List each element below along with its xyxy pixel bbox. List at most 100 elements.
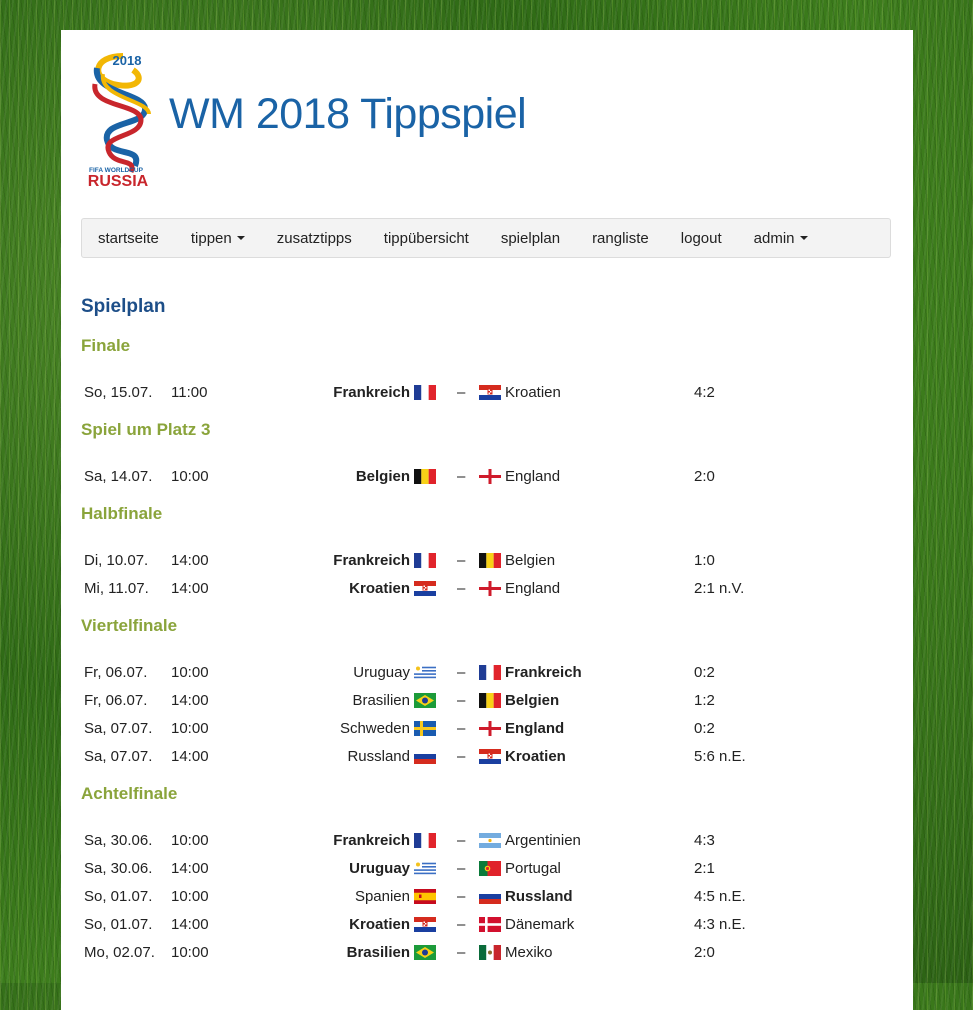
away-team: England	[479, 468, 560, 485]
hr-flag-icon	[479, 749, 501, 764]
home-team: Spanien	[355, 888, 436, 905]
mx-flag-icon	[479, 945, 501, 960]
away-team: Dänemark	[479, 916, 574, 933]
away-team-name: Argentinien	[505, 832, 581, 849]
en-flag-icon	[479, 469, 501, 484]
away-team-name: Portugal	[505, 860, 561, 877]
caret-down-icon	[799, 236, 808, 240]
round-title: Halbfinale	[81, 504, 163, 523]
home-team-name: Belgien	[355, 468, 410, 485]
game-date: Di, 10.07.	[84, 552, 149, 569]
versus-dash: –	[457, 860, 466, 877]
game-time: 14:00	[171, 580, 209, 597]
nav-item-startseite[interactable]: startseite	[82, 219, 175, 257]
game-score: 2:0	[694, 468, 715, 485]
home-team: Uruguay	[349, 860, 436, 877]
game-score: 1:0	[694, 552, 715, 569]
pt-flag-icon	[479, 861, 501, 876]
game-time: 10:00	[171, 832, 209, 849]
round-title: Achtelfinale	[81, 784, 178, 803]
versus-dash: –	[457, 552, 466, 569]
svg-text:2018: 2018	[113, 53, 142, 68]
nav-item-logout[interactable]: logout	[665, 219, 738, 257]
away-team-name: England	[505, 720, 565, 737]
home-team-name: Schweden	[339, 720, 410, 737]
game-row: Mo, 02.07. 10:00 Brasilien – Mexiko 2:0	[81, 940, 891, 968]
nav-item-spielplan[interactable]: spielplan	[485, 219, 576, 257]
ru-flag-icon	[414, 749, 436, 764]
hr-flag-icon	[479, 385, 501, 400]
home-team: Frankreich	[333, 832, 436, 849]
game-score: 4:3 n.E.	[694, 916, 746, 933]
nav-item-admin[interactable]: admin	[738, 219, 824, 257]
header: 2018 FIFA WORLDCUP RUSSIA WM 2018 Tippsp…	[61, 30, 913, 200]
site-title: WM 2018 Tippspiel	[169, 90, 527, 138]
away-team: Mexiko	[479, 944, 553, 961]
games-list: Sa, 30.06. 10:00 Frankreich – Argentinien 4:3…	[81, 818, 891, 968]
home-team: Frankreich	[333, 384, 436, 401]
home-team-name: Kroatien	[349, 916, 410, 933]
home-team: Kroatien	[349, 580, 436, 597]
svg-text:RUSSIA: RUSSIA	[88, 173, 149, 188]
game-time: 10:00	[171, 664, 209, 681]
game-date: So, 15.07.	[84, 384, 153, 401]
game-date: Mo, 02.07.	[84, 944, 155, 961]
game-date: So, 01.07.	[84, 888, 153, 905]
nav-item-tippen[interactable]: tippen	[175, 219, 261, 257]
hr-flag-icon	[414, 917, 436, 932]
page-heading: Spielplan	[81, 296, 166, 317]
home-team: Russland	[347, 748, 436, 765]
away-team-name: Russland	[505, 888, 573, 905]
versus-dash: –	[457, 944, 466, 961]
nav-item-tippbersicht[interactable]: tippübersicht	[368, 219, 485, 257]
es-flag-icon	[414, 889, 436, 904]
main-panel: 2018 FIFA WORLDCUP RUSSIA WM 2018 Tippsp…	[61, 30, 913, 1010]
main-nav: startseite tippen zusatztipps tippübersicht…	[81, 218, 891, 258]
game-score: 2:1 n.V.	[694, 580, 745, 597]
away-team-name: Dänemark	[505, 916, 575, 933]
round-title: Spiel um Platz 3	[81, 420, 211, 439]
nav-item-rangliste[interactable]: rangliste	[576, 219, 665, 257]
game-date: Fr, 06.07.	[84, 692, 148, 709]
game-row: So, 01.07. 14:00 Kroatien – Dänemark 4:3 n.E.	[81, 912, 891, 940]
game-score: 0:2	[694, 664, 715, 681]
games-list: Fr, 06.07. 10:00 Uruguay – Frankreich 0:2 Fr, …	[81, 650, 891, 772]
en-flag-icon	[479, 721, 501, 736]
game-time: 14:00	[171, 860, 209, 877]
game-score: 4:2	[694, 384, 715, 401]
game-date: Sa, 07.07.	[84, 720, 153, 737]
home-team-name: Uruguay	[353, 664, 410, 681]
versus-dash: –	[457, 468, 466, 485]
ar-flag-icon	[479, 833, 501, 848]
game-date: Sa, 30.06.	[84, 860, 153, 877]
fr-flag-icon	[414, 553, 436, 568]
away-team: Russland	[479, 888, 573, 905]
versus-dash: –	[457, 748, 466, 765]
game-date: Sa, 14.07.	[84, 468, 153, 485]
versus-dash: –	[457, 692, 466, 709]
nav-item-label: rangliste	[592, 229, 649, 247]
game-row: So, 01.07. 10:00 Spanien – Russland 4:5 n.E.	[81, 884, 891, 912]
game-date: Sa, 07.07.	[84, 748, 153, 765]
games-list: So, 15.07. 11:00 Frankreich – Kroatien 4:2	[81, 370, 891, 408]
versus-dash: –	[457, 384, 466, 401]
game-time: 10:00	[171, 888, 209, 905]
away-team: England	[479, 720, 564, 737]
game-row: Mi, 11.07. 14:00 Kroatien – England 2:1 n.V.	[81, 576, 891, 604]
game-time: 10:00	[171, 468, 209, 485]
away-team: Frankreich	[479, 664, 582, 681]
nav-item-zusatztipps[interactable]: zusatztipps	[261, 219, 368, 257]
away-team: Belgien	[479, 692, 559, 709]
game-score: 4:5 n.E.	[694, 888, 746, 905]
game-time: 10:00	[171, 720, 209, 737]
versus-dash: –	[457, 888, 466, 905]
br-flag-icon	[414, 693, 436, 708]
versus-dash: –	[457, 720, 466, 737]
br-flag-icon	[414, 945, 436, 960]
away-team: England	[479, 580, 560, 597]
game-date: Sa, 30.06.	[84, 832, 153, 849]
game-row: Fr, 06.07. 10:00 Uruguay – Frankreich 0:2	[81, 660, 891, 688]
round-section: Finale So, 15.07. 11:00 Frankreich – Kroatien…	[81, 336, 891, 408]
game-score: 1:2	[694, 692, 715, 709]
round-section: Achtelfinale Sa, 30.06. 10:00 Frankreich – Ar…	[81, 784, 891, 968]
